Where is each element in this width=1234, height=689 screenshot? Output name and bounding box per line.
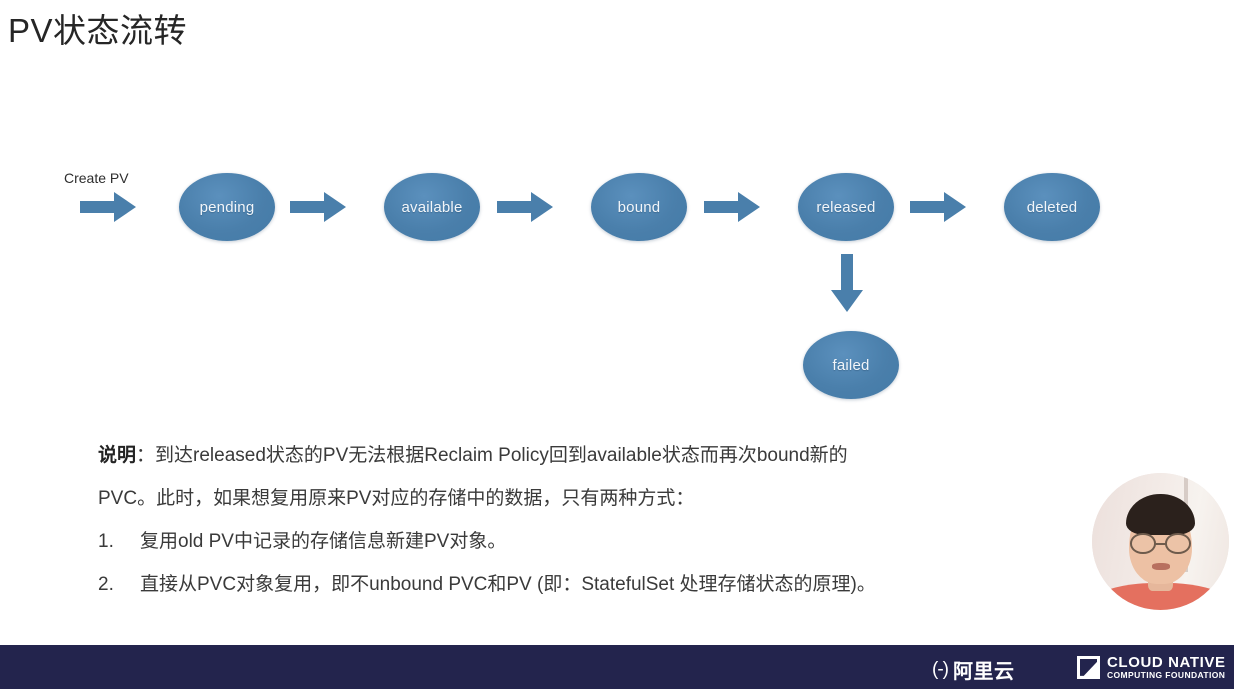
alibaba-cloud-name: 阿里云: [952, 661, 1015, 683]
page-title: PV状态流转: [8, 12, 188, 49]
state-node-label: released: [816, 198, 876, 216]
state-node-failed[interactable]: failed: [803, 331, 899, 399]
alibaba-cloud-logo: (-) 阿里云: [932, 655, 1014, 684]
state-node-deleted[interactable]: deleted: [1004, 173, 1100, 241]
list-item-number: 1.: [98, 531, 114, 552]
list-item-number: 2.: [98, 574, 114, 595]
list-item-text: 复用old PV中记录的存储信息新建PV对象。: [140, 531, 507, 552]
cncf-logo: CLOUD NATIVE COMPUTING FOUNDATION: [1077, 655, 1226, 680]
footer-bar: [0, 645, 1234, 689]
state-node-released[interactable]: released: [798, 173, 894, 241]
state-node-bound[interactable]: bound: [591, 173, 687, 241]
state-node-label: failed: [832, 356, 870, 374]
cncf-wordmark: CLOUD NATIVE COMPUTING FOUNDATION: [1107, 655, 1226, 680]
note-prefix: 说明: [98, 445, 137, 466]
state-node-pending[interactable]: pending: [179, 173, 275, 241]
note-line-2: PVC。此时，如果想复用原来PV对应的存储中的数据，只有两种方式：: [98, 488, 695, 509]
presenter-webcam-overlay[interactable]: [1092, 473, 1229, 610]
arrow-bound-to-released: [704, 192, 760, 222]
glasses-lens-right: [1165, 533, 1191, 554]
state-node-available[interactable]: available: [384, 173, 480, 241]
glasses-bridge: [1155, 542, 1166, 545]
list-item: 1. 复用old PV中记录的存储信息新建PV对象。: [98, 520, 1098, 563]
cncf-line-1: CLOUD NATIVE: [1107, 654, 1226, 671]
cncf-mark-icon: [1077, 655, 1100, 679]
state-node-label: deleted: [1026, 198, 1078, 216]
note-line-1-rest: ：到达released状态的PV无法根据Reclaim Policy回到avai…: [136, 445, 848, 466]
state-node-label: available: [401, 198, 463, 216]
method-list: 1. 复用old PV中记录的存储信息新建PV对象。 2. 直接从PVC对象复用，即…: [98, 520, 1098, 606]
note-line-1: 说明：到达released状态的PV无法根据Reclaim Policy回到av…: [98, 434, 1098, 477]
presenter-mouth: [1152, 563, 1171, 571]
list-item-text: 直接从PVC对象复用，即不unbound PVC和PV (即：StatefulS…: [140, 574, 876, 595]
explanation-block: 说明：到达released状态的PV无法根据Reclaim Policy回到av…: [98, 434, 1098, 606]
arrow-pending-to-available: [290, 192, 346, 222]
alibaba-cloud-mark-icon: (-): [932, 658, 949, 680]
arrow-available-to-bound: [497, 192, 553, 222]
arrow-released-to-deleted: [910, 192, 966, 222]
state-node-label: pending: [199, 198, 255, 216]
diagram-entry-label: Create PV: [64, 170, 129, 186]
list-item: 2. 直接从PVC对象复用，即不unbound PVC和PV (即：Statefu…: [98, 563, 1098, 606]
glasses-lens-left: [1130, 533, 1156, 554]
glasses-icon: [1130, 533, 1191, 554]
arrow-released-to-failed: [831, 254, 863, 312]
pv-state-flow-diagram: Create PV pending available bound releas…: [0, 150, 1234, 410]
state-node-label: bound: [617, 198, 661, 216]
cncf-line-2: COMPUTING FOUNDATION: [1107, 669, 1226, 680]
arrow-create-to-pending: [80, 192, 136, 222]
